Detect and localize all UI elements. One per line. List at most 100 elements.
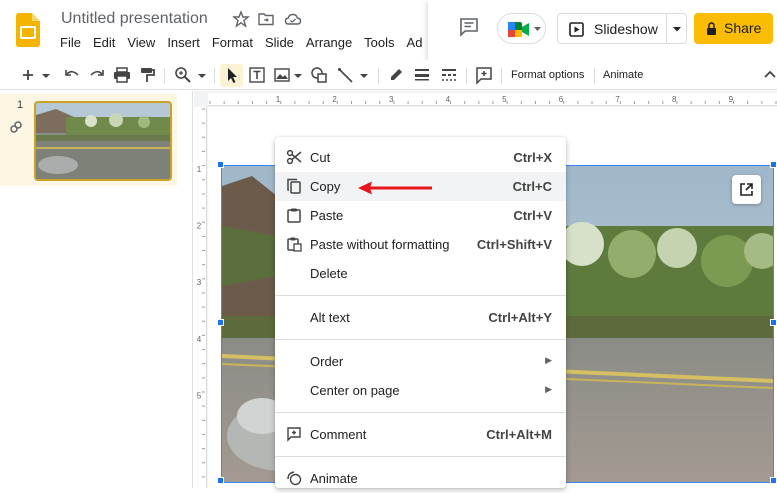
toolbar-divider: [378, 68, 379, 84]
copy-icon: [287, 178, 301, 194]
border-dash-icon[interactable]: [439, 65, 459, 85]
comment-history-icon[interactable]: [458, 16, 480, 38]
menu-item-label: Cut: [310, 150, 331, 165]
share-button[interactable]: Share: [694, 13, 773, 44]
meet-camera-icon: [508, 22, 529, 37]
zoom-icon[interactable]: [173, 65, 193, 85]
menu-item-label: Delete: [310, 266, 348, 281]
ruler-label: 3: [389, 95, 394, 104]
menu-item-animate[interactable]: Animate: [275, 464, 566, 493]
menu-insert[interactable]: Insert: [167, 35, 200, 53]
menu-bar: File Edit View Insert Format Slide Arran…: [60, 35, 434, 53]
insert-image-icon[interactable]: [272, 65, 292, 85]
zoom-dropdown-icon[interactable]: [196, 65, 208, 85]
menu-item-shortcut: Ctrl+V: [513, 208, 552, 223]
image-dropdown-icon[interactable]: [292, 65, 304, 85]
move-folder-icon[interactable]: [257, 10, 275, 28]
slide-thumbnail[interactable]: [34, 101, 172, 181]
ruler-ticks: 1 2 3 4 5: [197, 108, 205, 478]
thumbnail-photo: [36, 103, 170, 179]
menu-file[interactable]: File: [60, 35, 81, 53]
new-slide-layout-dropdown-icon[interactable]: [40, 65, 52, 85]
menu-item-shortcut: Ctrl+Alt+M: [486, 427, 552, 442]
text-box-icon[interactable]: [247, 65, 267, 85]
ruler-label: 1: [197, 165, 202, 174]
menu-item-label: Center on page: [310, 383, 400, 398]
print-icon[interactable]: [112, 65, 132, 85]
ruler-ticks: 1 2 3 4 5 6 7 8 9: [209, 95, 777, 104]
menu-item-alt-text[interactable]: Alt text Ctrl+Alt+Y: [275, 303, 566, 332]
menu-tools[interactable]: Tools: [364, 35, 394, 53]
menu-divider: [275, 456, 566, 457]
menu-item-label: Copy: [310, 179, 341, 194]
menu-item-comment[interactable]: Comment Ctrl+Alt+M: [275, 420, 566, 449]
animate-button[interactable]: Animate: [603, 69, 643, 81]
vertical-ruler[interactable]: 1 2 3 4 5: [194, 107, 207, 488]
annotation-arrow-icon: [358, 181, 432, 195]
menu-item-label: Animate: [310, 471, 358, 486]
resize-handle-top-right[interactable]: [770, 161, 777, 168]
menu-item-shortcut: Ctrl+Shift+V: [476, 237, 552, 252]
add-comment-icon[interactable]: [474, 65, 494, 85]
paste-plain-icon: [287, 237, 302, 252]
lock-icon: [707, 22, 716, 35]
ruler-label: 2: [197, 222, 202, 231]
menu-item-paste-without-formatting[interactable]: Paste without formatting Ctrl+Shift+V: [275, 230, 566, 259]
paint-format-icon[interactable]: [138, 65, 158, 85]
menu-item-label: Comment: [310, 427, 367, 442]
ruler-label: 4: [197, 335, 202, 344]
undo-icon[interactable]: [62, 65, 82, 85]
open-link-button[interactable]: [732, 175, 761, 204]
resize-handle-bottom-right[interactable]: [770, 477, 777, 484]
slide-number: 1: [17, 99, 24, 111]
menu-addons[interactable]: Ad: [407, 35, 423, 53]
ruler-label: 6: [559, 95, 564, 104]
slideshow-button[interactable]: Slideshow: [557, 13, 667, 44]
horizontal-ruler[interactable]: 1 2 3 4 5 6 7 8 9: [208, 93, 777, 106]
menu-item-cut[interactable]: Cut Ctrl+X: [275, 143, 566, 172]
linked-slide-icon[interactable]: [9, 120, 23, 134]
menu-item-order[interactable]: Order ▶: [275, 347, 566, 376]
meet-button[interactable]: [497, 13, 546, 44]
line-tool-icon[interactable]: [336, 65, 356, 85]
menu-item-shortcut: Ctrl+C: [512, 179, 552, 194]
menu-edit[interactable]: Edit: [93, 35, 115, 53]
menu-item-paste[interactable]: Paste Ctrl+V: [275, 201, 566, 230]
toolbar-divider: [466, 68, 467, 84]
menu-item-center-on-page[interactable]: Center on page ▶: [275, 376, 566, 405]
menu-arrange[interactable]: Arrange: [306, 35, 352, 53]
shape-icon[interactable]: [309, 65, 329, 85]
format-options-button[interactable]: Format options: [511, 69, 584, 81]
slides-logo-icon[interactable]: [16, 13, 40, 47]
menu-item-delete[interactable]: Delete: [275, 259, 566, 288]
resize-handle-top-left[interactable]: [217, 161, 224, 168]
add-comment-icon: [287, 427, 301, 442]
star-icon[interactable]: [232, 10, 250, 28]
resize-handle-right[interactable]: [770, 319, 777, 326]
new-slide-icon[interactable]: [18, 65, 38, 85]
toolbar-divider: [214, 68, 215, 84]
menu-format[interactable]: Format: [212, 35, 253, 53]
filmstrip-panel: 1: [0, 91, 193, 488]
menu-divider: [275, 295, 566, 296]
resize-handle-left[interactable]: [217, 319, 224, 326]
menu-slide[interactable]: Slide: [265, 35, 294, 53]
paste-icon: [287, 208, 301, 223]
menu-divider: [275, 339, 566, 340]
redo-icon[interactable]: [87, 65, 107, 85]
resize-handle-bottom-left[interactable]: [217, 477, 224, 484]
line-dropdown-icon[interactable]: [358, 65, 370, 85]
chevron-down-icon: [673, 27, 681, 32]
submenu-arrow-icon: ▶: [545, 384, 552, 394]
document-title[interactable]: Untitled presentation: [61, 10, 208, 28]
collapse-chevron-icon[interactable]: [763, 65, 777, 85]
select-cursor-icon[interactable]: [222, 65, 242, 85]
cloud-saved-icon[interactable]: [284, 10, 302, 28]
border-weight-icon[interactable]: [412, 65, 432, 85]
menu-view[interactable]: View: [127, 35, 155, 53]
menu-item-label: Alt text: [310, 310, 350, 325]
slideshow-options-dropdown[interactable]: [666, 13, 687, 44]
slideshow-label: Slideshow: [594, 21, 658, 37]
menu-divider: [275, 412, 566, 413]
border-color-icon[interactable]: [386, 65, 406, 85]
